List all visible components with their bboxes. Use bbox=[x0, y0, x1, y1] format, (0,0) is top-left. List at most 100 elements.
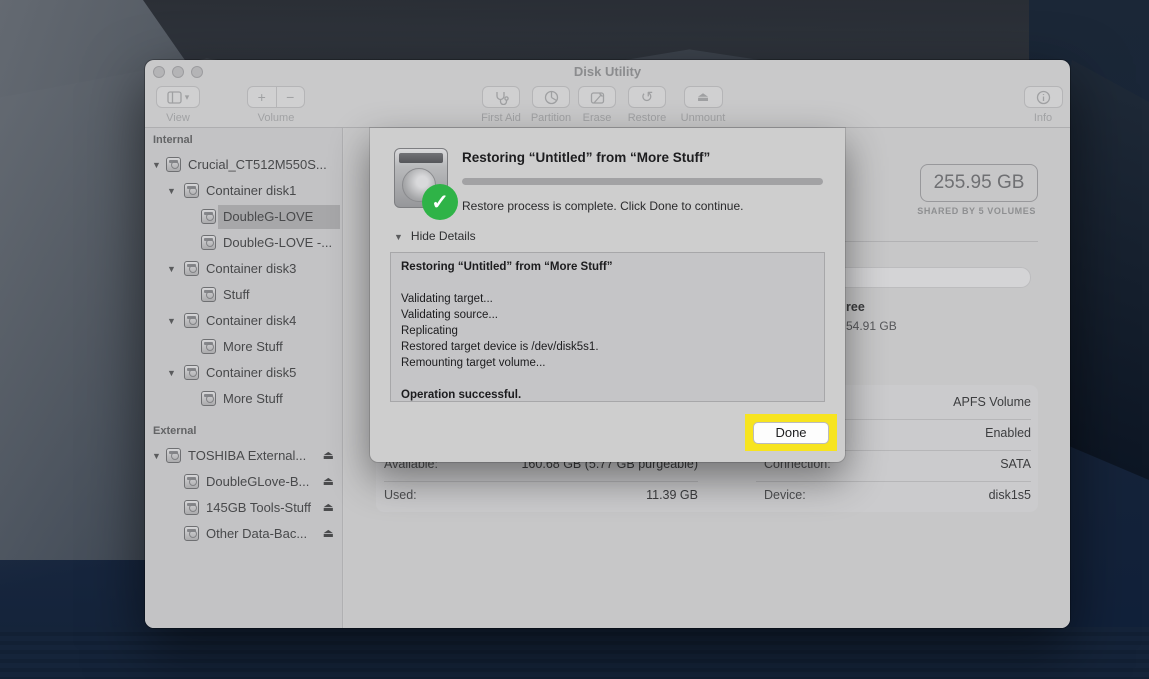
sidebar-item-label: Container disk1 bbox=[206, 183, 296, 198]
drive-glyph bbox=[184, 474, 199, 489]
disclosure-triangle-icon[interactable]: ▼ bbox=[167, 186, 176, 196]
restore-button[interactable]: ↺ bbox=[628, 86, 666, 108]
disclosure-triangle-icon[interactable]: ▼ bbox=[167, 264, 176, 274]
info-value: APFS Volume bbox=[831, 395, 1031, 409]
toolbar-erase: Erase bbox=[577, 86, 617, 124]
internal-drive-icon bbox=[184, 261, 200, 277]
drive-glyph bbox=[201, 339, 216, 354]
internal-drive-icon bbox=[201, 339, 217, 355]
done-button[interactable]: Done bbox=[753, 422, 829, 444]
info-divider bbox=[384, 481, 698, 482]
progress-bar bbox=[462, 178, 823, 185]
volume-label: Volume bbox=[247, 112, 305, 124]
sidebar-item-container-disk1[interactable]: ▼ Container disk1 bbox=[145, 179, 342, 203]
sidebar-item-other-data-bac[interactable]: Other Data-Bac... ⏏ bbox=[145, 522, 342, 546]
eject-icon[interactable]: ⏏ bbox=[323, 500, 334, 514]
sidebar-item-container-disk4[interactable]: ▼Container disk4 bbox=[145, 309, 342, 333]
log-line: Operation successful. bbox=[401, 387, 814, 402]
sidebar-pane-icon bbox=[167, 91, 182, 104]
toolbar-view: ▾ View bbox=[151, 86, 205, 124]
details-log-box[interactable]: Restoring “Untitled” from “More Stuff” V… bbox=[390, 252, 825, 402]
erase-button[interactable] bbox=[578, 86, 616, 108]
drive-glyph bbox=[201, 235, 216, 250]
volume-segmented-control: + − bbox=[247, 86, 305, 108]
drive-glyph bbox=[184, 500, 199, 515]
legend-fragment-title: ree bbox=[846, 300, 865, 314]
disclosure-triangle-icon[interactable]: ▼ bbox=[152, 160, 161, 170]
sidebar-item-stuff[interactable]: Stuff bbox=[145, 283, 342, 307]
drive-glyph bbox=[184, 261, 199, 276]
sheet-title: Restoring “Untitled” from “More Stuff” bbox=[462, 150, 710, 165]
first-aid-label: First Aid bbox=[478, 112, 524, 124]
wallpaper-water bbox=[0, 627, 1149, 679]
sidebar-item-145gb-tools-stuff[interactable]: 145GB Tools-Stuff ⏏ bbox=[145, 496, 342, 520]
hide-details-toggle[interactable]: ▼Hide Details bbox=[394, 229, 476, 243]
info-label: Used: bbox=[384, 488, 417, 502]
info-icon bbox=[1036, 90, 1051, 105]
log-line: Restored target device is /dev/disk5s1. bbox=[401, 339, 814, 355]
sidebar-item-toshiba-external[interactable]: ▼TOSHIBA External...⏏ bbox=[145, 444, 342, 468]
view-button[interactable]: ▾ bbox=[156, 86, 200, 108]
sidebar-item-doubleg-love[interactable]: DoubleG-LOVE -... bbox=[145, 231, 342, 255]
sidebar-item-label: More Stuff bbox=[223, 391, 283, 406]
info-value: Enabled bbox=[831, 426, 1031, 440]
info-button[interactable] bbox=[1024, 86, 1063, 108]
sidebar-item-more-stuff[interactable]: More Stuff bbox=[145, 387, 342, 411]
titlebar: Disk Utility ▾ View + − Volume First Aid bbox=[145, 60, 1070, 128]
sidebar-item-label: Other Data-Bac... bbox=[206, 526, 307, 541]
sidebar-item-label: 145GB Tools-Stuff bbox=[206, 500, 311, 515]
drive-glyph bbox=[184, 365, 199, 380]
add-volume-button[interactable]: + bbox=[248, 87, 277, 107]
drive-glyph bbox=[166, 157, 181, 172]
sidebar-item-label: DoubleG-LOVE -... bbox=[223, 235, 332, 250]
sidebar-item-label: Container disk3 bbox=[206, 261, 296, 276]
sidebar-item-label: Container disk5 bbox=[206, 365, 296, 380]
info-label: Info bbox=[1023, 112, 1063, 124]
internal-drive-icon bbox=[201, 391, 217, 407]
toolbar-unmount: ⏏ Unmount bbox=[679, 86, 727, 124]
disclosure-triangle-icon[interactable]: ▼ bbox=[167, 368, 176, 378]
log-line: Validating target... bbox=[401, 291, 814, 307]
first-aid-button[interactable] bbox=[482, 86, 520, 108]
sidebar-item-container-disk3[interactable]: ▼ Container disk3 bbox=[145, 257, 342, 281]
disclosure-triangle-icon[interactable]: ▼ bbox=[152, 451, 161, 461]
restore-arrow-icon: ↺ bbox=[641, 88, 654, 106]
info-value: SATA bbox=[831, 457, 1031, 471]
drive-glyph bbox=[201, 391, 216, 406]
drive-glyph bbox=[184, 313, 199, 328]
eject-icon[interactable]: ⏏ bbox=[323, 448, 334, 462]
internal-drive-icon bbox=[201, 209, 217, 225]
toolbar-first-aid: First Aid bbox=[478, 86, 524, 124]
internal-drive-icon bbox=[166, 157, 182, 173]
internal-drive-icon bbox=[201, 235, 217, 251]
drive-glyph bbox=[201, 209, 216, 224]
view-label: View bbox=[151, 112, 205, 124]
capacity-box: 255.95 GB bbox=[920, 164, 1038, 202]
legend-fragment-value: 54.91 GB bbox=[846, 319, 897, 333]
disclosure-triangle-icon[interactable]: ▼ bbox=[167, 316, 176, 326]
sidebar-item-crucial-ct512m550s[interactable]: ▼Crucial_CT512M550S... bbox=[145, 153, 342, 177]
partition-label: Partition bbox=[530, 112, 572, 124]
eject-icon[interactable]: ⏏ bbox=[323, 474, 334, 488]
external-drive-icon bbox=[184, 526, 200, 542]
progress-fill bbox=[462, 178, 823, 185]
info-value: 11.39 GB bbox=[486, 488, 698, 502]
toolbar-restore: ↺ Restore bbox=[626, 86, 668, 124]
unmount-button[interactable]: ⏏ bbox=[684, 86, 723, 108]
restore-label: Restore bbox=[626, 112, 668, 124]
toolbar-volume: + − Volume bbox=[247, 86, 305, 124]
remove-volume-button[interactable]: − bbox=[277, 87, 305, 107]
external-drive-icon bbox=[184, 474, 200, 490]
sidebar-item-more-stuff[interactable]: More Stuff bbox=[145, 335, 342, 359]
log-line: Replicating bbox=[401, 323, 814, 339]
log-line: Validating source... bbox=[401, 307, 814, 323]
done-highlight-annotation: Done bbox=[745, 414, 837, 451]
toolbar-partition: Partition bbox=[530, 86, 572, 124]
partition-button[interactable] bbox=[532, 86, 570, 108]
drive-glyph bbox=[184, 183, 199, 198]
sidebar-item-doubleglove-b[interactable]: DoubleGLove-B...⏏ bbox=[145, 470, 342, 494]
sidebar-item-container-disk5[interactable]: ▼ Container disk5 bbox=[145, 361, 342, 385]
sidebar-item-doubleg-love[interactable]: DoubleG-LOVE bbox=[145, 205, 342, 229]
eject-icon[interactable]: ⏏ bbox=[323, 526, 334, 540]
drive-glyph bbox=[184, 526, 199, 541]
